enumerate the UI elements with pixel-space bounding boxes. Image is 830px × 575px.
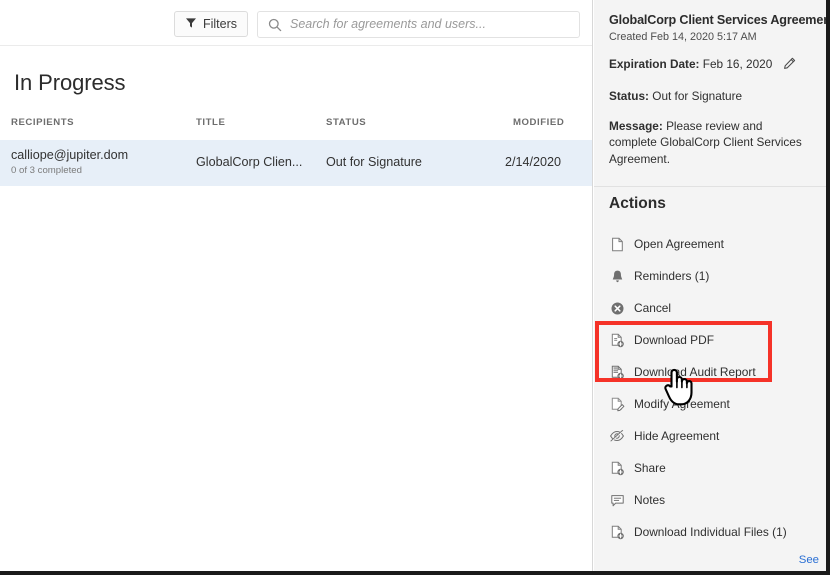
expiration-date-label: Expiration Date: [609,57,700,71]
column-header-status[interactable]: STATUS [326,117,366,128]
message-row: Message: Please review and complete Glob… [609,118,812,168]
application-window: Filters Search for agreements and users.… [0,0,830,575]
action-label: Open Agreement [634,237,724,251]
agreement-title: GlobalCorp Client Services Agreement [609,13,830,27]
column-header-title[interactable]: TITLE [196,117,225,128]
document-icon [609,236,625,252]
cell-recipients: calliope@jupiter.dom 0 of 3 completed [11,148,128,176]
bell-icon [609,268,625,284]
action-hide-agreement[interactable]: Hide Agreement [594,420,826,452]
recipient-email: calliope@jupiter.dom [11,148,129,162]
funnel-icon [185,17,197,32]
document-edit-icon [609,396,625,412]
actions-list: Open Agreement Reminders (1) Cancel Down… [594,228,826,548]
action-notes[interactable]: Notes [594,484,826,516]
agreement-summary: GlobalCorp Client Services Agreement Cre… [594,0,826,168]
action-label: Notes [634,493,666,507]
action-label: Hide Agreement [634,429,720,443]
eye-slash-icon [609,428,625,444]
action-label: Reminders (1) [634,269,710,283]
cell-modified: 2/14/2020 [505,155,562,169]
column-header-modified[interactable]: MODIFIED [513,117,564,128]
page-title: In Progress [14,70,126,95]
cell-title: GlobalCorp Clien... [196,155,303,169]
expiration-date-value: Feb 16, 2020 [702,57,773,71]
table-header-row: RECIPIENTS TITLE STATUS MODIFIED [0,117,592,139]
action-share[interactable]: Share [594,452,826,484]
action-modify-agreement[interactable]: Modify Agreement [594,388,826,420]
message-label: Message: [609,118,663,133]
action-label: Modify Agreement [634,397,730,411]
action-download-pdf[interactable]: Download PDF [594,324,826,356]
audit-report-download-icon [609,364,625,380]
action-open-agreement[interactable]: Open Agreement [594,228,826,260]
document-download-icon [609,524,625,540]
column-header-recipients[interactable]: RECIPIENTS [11,117,74,128]
action-cancel[interactable]: Cancel [594,292,826,324]
action-label: Download Audit Report [634,365,756,379]
search-placeholder: Search for agreements and users... [290,17,486,32]
filters-button[interactable]: Filters [174,11,248,37]
action-label: Cancel [634,301,672,315]
cancel-circle-icon [609,300,625,316]
recipient-progress: 0 of 3 completed [11,165,82,176]
search-icon [268,18,282,32]
filters-button-label: Filters [202,16,238,31]
agreement-created-date: Created Feb 14, 2020 5:17 AM [609,31,757,43]
action-label: Share [634,461,666,475]
action-label: Download Individual Files (1) [634,525,787,539]
status-value: Out for Signature [652,88,743,103]
action-download-individual-files[interactable]: Download Individual Files (1) [594,516,826,548]
document-share-icon [609,460,625,476]
expiration-date-row: Expiration Date: Feb 16, 2020 [609,56,812,75]
status-row: Status: Out for Signature [609,88,812,105]
toolbar: Filters Search for agreements and users.… [0,0,592,46]
table-row[interactable]: calliope@jupiter.dom 0 of 3 completed Gl… [0,140,592,186]
action-label: Download PDF [634,333,714,347]
note-bubble-icon [609,492,625,508]
agreements-list-pane: Filters Search for agreements and users.… [0,0,593,571]
status-label: Status: [609,88,649,103]
detail-divider [594,186,826,187]
see-more-link[interactable]: See [799,554,819,566]
pencil-icon[interactable] [783,57,796,75]
cell-status: Out for Signature [326,155,422,169]
action-download-audit-report[interactable]: Download Audit Report [594,356,826,388]
agreement-detail-pane: GlobalCorp Client Services Agreement Cre… [594,0,826,571]
actions-heading: Actions [609,195,666,212]
action-reminders[interactable]: Reminders (1) [594,260,826,292]
search-input[interactable]: Search for agreements and users... [257,11,580,38]
document-download-icon [609,332,625,348]
